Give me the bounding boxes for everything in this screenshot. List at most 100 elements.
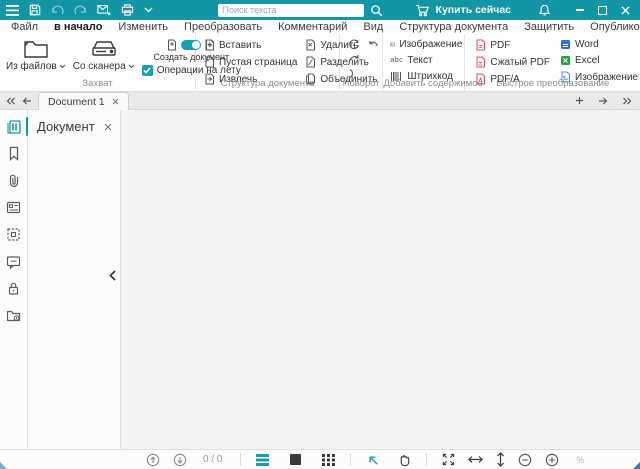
continuous-view-button[interactable] bbox=[256, 454, 269, 466]
status-bar: 0 / 0 % bbox=[0, 449, 640, 469]
ribbon-section-quick-convert: PDF Сжатый PDF PDF/A Word Exce bbox=[465, 34, 640, 91]
resize-grip-right[interactable] bbox=[633, 462, 640, 469]
menu-document-structure[interactable]: Структура документа bbox=[391, 21, 516, 33]
page-delete-icon bbox=[305, 39, 316, 51]
zoom-in-button[interactable] bbox=[545, 453, 559, 467]
word-icon bbox=[560, 39, 571, 50]
blank-page-button[interactable]: Пустая страница bbox=[204, 56, 297, 68]
new-tab-icon[interactable] bbox=[575, 96, 584, 105]
scroll-tabs-last-icon[interactable] bbox=[622, 97, 632, 105]
grid-view-button[interactable] bbox=[322, 454, 335, 466]
previous-page-button[interactable] bbox=[146, 453, 160, 467]
fit-height-icon bbox=[496, 452, 505, 467]
scroll-tabs-right-icon[interactable] bbox=[598, 97, 608, 105]
add-text-button[interactable]: abc Текст bbox=[390, 55, 462, 66]
ribbon-section-structure: Вставить Пустая страница Извлечь Удалить bbox=[196, 34, 340, 91]
pages-panel: Документ bbox=[28, 110, 121, 449]
menu-home[interactable]: в начало bbox=[46, 21, 110, 33]
document-tab-bar: Document 1 bbox=[0, 92, 640, 110]
zoom-out-button[interactable] bbox=[518, 453, 532, 467]
sidebar-comments-button[interactable] bbox=[0, 248, 27, 275]
stamp-icon bbox=[6, 227, 21, 242]
rotate-counterclockwise-icon[interactable] bbox=[368, 40, 379, 51]
add-image-button[interactable]: Изображение bbox=[390, 39, 462, 50]
undo-icon[interactable] bbox=[51, 5, 64, 16]
print-icon[interactable] bbox=[121, 4, 134, 16]
section-label-capture: Захват bbox=[0, 78, 195, 89]
menu-protect[interactable]: Защитить bbox=[516, 21, 582, 33]
menu-comment[interactable]: Комментарий bbox=[270, 21, 355, 33]
scroll-tabs-left-icon[interactable] bbox=[22, 97, 32, 105]
menu-convert[interactable]: Преобразовать bbox=[176, 21, 270, 33]
next-page-button[interactable] bbox=[173, 453, 187, 467]
send-document-icon[interactable] bbox=[97, 4, 111, 16]
single-page-view-button[interactable] bbox=[290, 454, 301, 465]
lock-icon bbox=[7, 281, 20, 296]
document-split-icon bbox=[305, 56, 316, 68]
page-counter: 0 / 0 bbox=[203, 454, 222, 465]
ribbon-toolbar: Из файлов Со сканера Создать документ bbox=[0, 34, 640, 92]
select-tool-button[interactable] bbox=[366, 453, 379, 466]
title-bar: Купить сейчас bbox=[0, 0, 640, 20]
chevron-down-icon bbox=[59, 64, 66, 69]
blank-page-icon bbox=[204, 56, 215, 68]
left-sidebar bbox=[0, 110, 28, 449]
sidebar-attachments-button[interactable] bbox=[0, 167, 27, 194]
continuous-view-icon bbox=[256, 454, 269, 466]
rotate-left-icon[interactable] bbox=[348, 54, 360, 64]
pages-panel-icon bbox=[6, 119, 22, 135]
pdf-icon bbox=[475, 39, 486, 51]
tab-close-icon[interactable] bbox=[112, 98, 119, 105]
convert-compressed-pdf-button[interactable]: Сжатый PDF bbox=[475, 56, 550, 68]
menu-view[interactable]: Вид bbox=[355, 21, 391, 33]
buy-now-label: Купить сейчас bbox=[436, 4, 511, 16]
image-icon bbox=[390, 39, 395, 50]
chevron-down-icon bbox=[128, 64, 135, 69]
sidebar-document-info-button[interactable] bbox=[0, 302, 27, 329]
menu-edit[interactable]: Изменить bbox=[110, 21, 176, 33]
panel-close-icon[interactable] bbox=[104, 123, 112, 131]
scroll-tabs-first-icon[interactable] bbox=[6, 97, 16, 105]
redo-icon[interactable] bbox=[74, 5, 87, 16]
fit-width-button[interactable] bbox=[468, 455, 483, 464]
convert-excel-button[interactable]: Excel bbox=[560, 55, 638, 66]
rotate-clockwise-icon[interactable] bbox=[348, 39, 360, 51]
save-icon[interactable] bbox=[29, 4, 41, 16]
main-content: Документ bbox=[0, 110, 640, 449]
zoom-in-icon bbox=[545, 453, 559, 467]
sidebar-bookmarks-button[interactable] bbox=[0, 140, 27, 167]
close-button[interactable] bbox=[621, 6, 630, 15]
document-tab[interactable]: Document 1 bbox=[38, 92, 129, 110]
fit-width-icon bbox=[468, 455, 483, 464]
chevron-down-icon[interactable] bbox=[144, 7, 153, 13]
document-canvas[interactable] bbox=[121, 110, 640, 449]
zoom-out-icon bbox=[518, 453, 532, 467]
section-label-rotate: Поворот bbox=[340, 78, 382, 89]
buy-now-button[interactable]: Купить сейчас bbox=[415, 4, 511, 17]
notifications-bell-icon[interactable] bbox=[539, 4, 550, 16]
search-icon[interactable] bbox=[370, 4, 383, 17]
resize-grip-left[interactable] bbox=[0, 462, 7, 469]
panel-collapse-chevron-icon[interactable] bbox=[109, 270, 116, 281]
sidebar-pages-panel-button[interactable] bbox=[0, 113, 27, 140]
checkbox-checked-icon bbox=[142, 65, 153, 76]
maximize-button[interactable] bbox=[598, 6, 607, 15]
hand-tool-button[interactable] bbox=[398, 453, 411, 467]
search-input[interactable] bbox=[218, 4, 364, 17]
menu-bar: Файл в начало Изменить Преобразовать Ком… bbox=[0, 20, 640, 34]
convert-pdf-button[interactable]: PDF bbox=[475, 39, 550, 51]
menu-publish[interactable]: Опубликовать bbox=[582, 21, 640, 33]
section-label-add-content: Добавить содержимое bbox=[383, 78, 464, 89]
single-document-icon bbox=[167, 39, 177, 51]
menu-file[interactable]: Файл bbox=[3, 21, 46, 33]
rotate-arc-icon[interactable] bbox=[348, 68, 356, 79]
main-menu-icon[interactable] bbox=[6, 5, 19, 16]
minimize-button[interactable] bbox=[576, 9, 584, 11]
insert-page-button[interactable]: Вставить bbox=[204, 39, 297, 51]
sidebar-security-button[interactable] bbox=[0, 275, 27, 302]
sidebar-form-data-button[interactable] bbox=[0, 194, 27, 221]
fit-page-button[interactable] bbox=[442, 453, 455, 466]
sidebar-stamp-button[interactable] bbox=[0, 221, 27, 248]
fit-height-button[interactable] bbox=[496, 452, 505, 467]
convert-word-button[interactable]: Word bbox=[560, 39, 638, 50]
